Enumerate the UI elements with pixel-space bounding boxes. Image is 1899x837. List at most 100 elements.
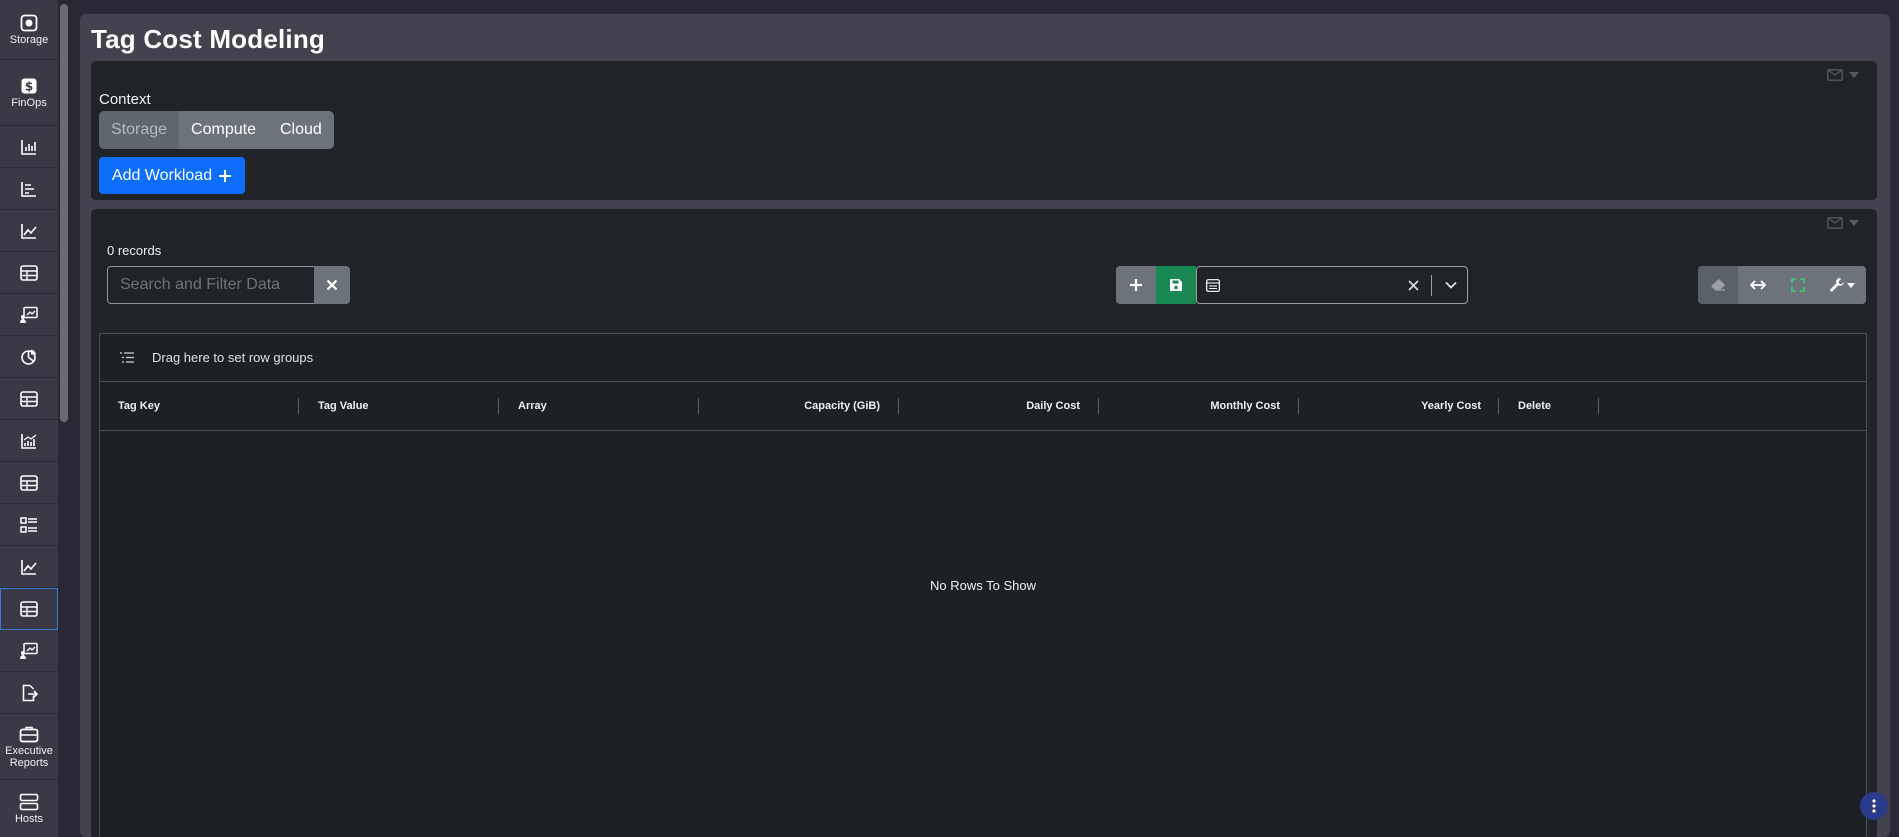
wrench-icon: [1830, 278, 1844, 292]
column-header-daily-cost[interactable]: Daily Cost: [900, 382, 1080, 430]
fullscreen-button[interactable]: [1778, 266, 1818, 304]
email-icon[interactable]: [1827, 69, 1843, 81]
layout-icon: [1206, 279, 1220, 292]
sidebar-item-executive-reports[interactable]: Executive Reports: [0, 714, 58, 780]
sidebar-item-label: FinOps: [11, 96, 47, 109]
column-resize-handle[interactable]: [1098, 398, 1099, 414]
export-icon: [22, 684, 38, 701]
sidebar-item-label: Executive Reports: [5, 744, 53, 769]
autosize-columns-button[interactable]: [1738, 266, 1778, 304]
sidebar-item-pie-chart[interactable]: [0, 336, 58, 378]
sidebar-item-storage[interactable]: Storage: [0, 0, 58, 60]
more-options-button[interactable]: [1860, 792, 1888, 820]
sidebar-item-list-layout[interactable]: [0, 504, 58, 546]
sidebar-item-line-chart[interactable]: [0, 210, 58, 252]
sidebar-scrollbar-thumb[interactable]: [60, 4, 68, 422]
sidebar-item-table[interactable]: [0, 252, 58, 294]
column-header-tag-value[interactable]: Tag Value: [318, 382, 369, 430]
table-icon: [20, 474, 38, 491]
add-workload-button[interactable]: Add Workload: [99, 157, 245, 194]
close-icon: [326, 279, 338, 291]
empty-grid-message: No Rows To Show: [930, 578, 1036, 593]
sidebar-nav: Storage $ FinOps Executive Reports Hosts: [0, 0, 58, 837]
column-resize-handle[interactable]: [1298, 398, 1299, 414]
context-label: Context: [99, 91, 151, 108]
sidebar-item-presentation[interactable]: [0, 294, 58, 336]
sidebar-item-hosts[interactable]: Hosts: [0, 780, 58, 837]
column-resize-handle[interactable]: [1498, 398, 1499, 414]
caret-down-icon[interactable]: [1849, 220, 1859, 226]
pie-chart-icon: [21, 349, 36, 365]
context-tabs: Storage Compute Cloud: [99, 111, 334, 149]
sidebar-item-combo-chart[interactable]: [0, 420, 58, 462]
sidebar-item-label: Hosts: [14, 812, 44, 825]
storage-icon: [20, 14, 38, 31]
line-chart-icon: [21, 223, 37, 239]
view-select[interactable]: [1196, 266, 1468, 304]
column-header-delete[interactable]: Delete: [1518, 382, 1551, 430]
sidebar-item-export[interactable]: [0, 672, 58, 714]
dollar-icon: $: [21, 78, 37, 93]
column-header-tag-key[interactable]: Tag Key: [118, 382, 160, 430]
sidebar-item-table-active[interactable]: [0, 588, 58, 630]
sidebar-item-table-3[interactable]: [0, 462, 58, 504]
context-panel: Context Storage Compute Cloud Add Worklo…: [91, 61, 1877, 200]
column-header-array[interactable]: Array: [518, 382, 547, 430]
table-icon: [20, 390, 38, 407]
tab-compute[interactable]: Compute: [179, 111, 268, 149]
list-layout-icon: [20, 516, 37, 533]
row-group-hint: Drag here to set row groups: [152, 350, 314, 365]
server-icon: [19, 793, 39, 810]
save-button[interactable]: [1156, 266, 1196, 304]
column-resize-handle[interactable]: [698, 398, 699, 414]
sidebar-item-bar-chart[interactable]: [0, 126, 58, 168]
column-resize-handle[interactable]: [898, 398, 899, 414]
grid-toolbar: [1116, 266, 1468, 304]
line-chart-icon: [21, 559, 37, 575]
horizontal-bar-chart-icon: [21, 181, 36, 197]
column-header-capacity[interactable]: Capacity (GiB): [700, 382, 880, 430]
select-divider: [1431, 275, 1432, 296]
chevron-down-icon[interactable]: [1445, 281, 1457, 289]
sidebar-item-table-2[interactable]: [0, 378, 58, 420]
briefcase-icon: [19, 726, 39, 742]
table-icon: [20, 264, 38, 281]
search-group: [107, 266, 350, 304]
add-workload-label: Add Workload: [111, 166, 213, 184]
sidebar-item-presentation-2[interactable]: [0, 630, 58, 672]
caret-down-icon[interactable]: [1849, 72, 1859, 78]
save-icon: [1170, 279, 1182, 291]
table-icon: [20, 600, 38, 617]
column-header-monthly-cost[interactable]: Monthly Cost: [1100, 382, 1280, 430]
vertical-dots-icon: [1872, 799, 1876, 813]
tab-storage[interactable]: Storage: [99, 111, 180, 149]
close-icon[interactable]: [1408, 280, 1419, 291]
page-title: Tag Cost Modeling: [91, 24, 326, 54]
grid-tools: [1698, 266, 1866, 304]
sidebar-item-line-chart-2[interactable]: [0, 546, 58, 588]
email-icon[interactable]: [1827, 217, 1843, 229]
column-resize-handle[interactable]: [298, 398, 299, 414]
combo-chart-icon: [21, 433, 37, 449]
settings-dropdown-button[interactable]: [1818, 266, 1866, 304]
column-resize-handle[interactable]: [498, 398, 499, 414]
svg-text:$: $: [25, 79, 33, 93]
sidebar-item-horizontal-bar-chart[interactable]: [0, 168, 58, 210]
add-row-button[interactable]: [1116, 266, 1156, 304]
column-header-yearly-cost[interactable]: Yearly Cost: [1300, 382, 1481, 430]
clear-search-button[interactable]: [314, 266, 350, 304]
panel-actions: [1827, 69, 1859, 81]
data-grid: Drag here to set row groups Tag Key Tag …: [99, 333, 1867, 837]
plus-icon: [1130, 279, 1142, 291]
fullscreen-icon: [1791, 278, 1805, 292]
presentation-icon: [20, 306, 38, 323]
column-resize-handle[interactable]: [1598, 398, 1599, 414]
search-input[interactable]: [107, 266, 314, 304]
eraser-icon: [1711, 279, 1725, 291]
plus-icon: [219, 169, 232, 182]
row-group-drop-zone[interactable]: Drag here to set row groups: [100, 334, 1866, 382]
clear-filters-button[interactable]: [1698, 266, 1738, 304]
presentation-icon: [20, 642, 38, 659]
tab-cloud[interactable]: Cloud: [267, 111, 334, 149]
sidebar-item-finops[interactable]: $ FinOps: [0, 60, 58, 126]
